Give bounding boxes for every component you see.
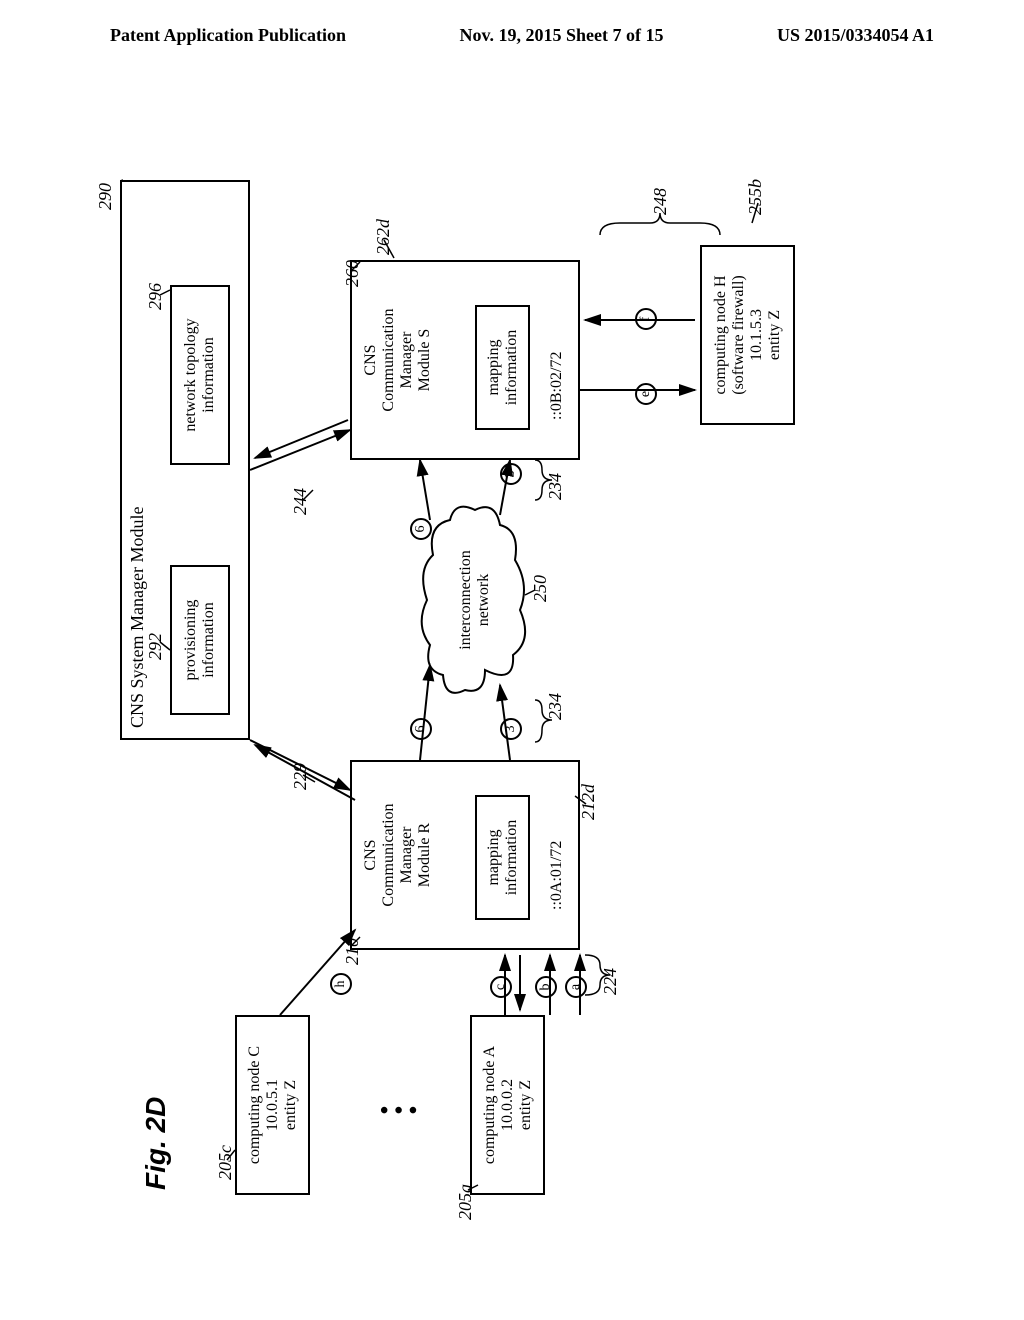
- comm-mgr-s-label: CNS Communication Manager Module S: [362, 308, 434, 411]
- addr-r: ::0A:01/72: [548, 841, 566, 910]
- figure-title: Fig. 2D: [140, 1097, 172, 1190]
- node-a-box: computing node A 10.0.0.2 entity Z: [470, 1015, 545, 1195]
- flow-c: c: [490, 976, 512, 998]
- ref-250: 250: [530, 575, 551, 602]
- addr-s: ::0B:02/72: [548, 352, 566, 420]
- ref-234: 234: [545, 693, 566, 720]
- ref-290: 290: [95, 183, 116, 210]
- ref-255b: 255b: [745, 179, 766, 215]
- flow-h: h: [330, 973, 352, 995]
- flow-f: f: [635, 308, 657, 330]
- mapping-r-box: mapping information: [475, 795, 530, 920]
- node-h-box: computing node H (software firewall) 10.…: [700, 245, 795, 425]
- comm-mgr-r-label: CNS Communication Manager Module R: [362, 803, 434, 906]
- ref-260: 260: [342, 260, 363, 287]
- ref-292: 292: [145, 633, 166, 660]
- comm-mgr-r-box: CNS Communication Manager Module R: [350, 760, 580, 950]
- flow-6-right: 6: [410, 518, 432, 540]
- flow-a: a: [565, 976, 587, 998]
- interconnection-cloud: interconnection network: [415, 500, 535, 700]
- provisioning-box: provisioning information: [170, 565, 230, 715]
- ref-248: 248: [650, 188, 671, 215]
- ref-244: 244: [290, 488, 311, 515]
- flow-3-left: 3: [500, 718, 522, 740]
- topology-box: network topology information: [170, 285, 230, 465]
- header-center: Nov. 19, 2015 Sheet 7 of 15: [460, 25, 664, 46]
- ref-234b: 234: [545, 473, 566, 500]
- node-c-box: computing node C 10.0.5.1 entity Z: [235, 1015, 310, 1195]
- ref-296: 296: [145, 283, 166, 310]
- flow-3-right: 3: [500, 463, 522, 485]
- flow-e: e: [635, 383, 657, 405]
- ref-262d: 262d: [373, 219, 394, 255]
- flow-b: b: [535, 976, 557, 998]
- ref-224: 224: [600, 968, 621, 995]
- ref-229: 229: [290, 763, 311, 790]
- ellipsis-dots: • • •: [380, 1098, 417, 1125]
- header-left: Patent Application Publication: [110, 25, 346, 46]
- ref-205a: 205a: [455, 1184, 476, 1220]
- cloud-label: interconnection network: [457, 550, 493, 650]
- ref-212d: 212d: [578, 784, 599, 820]
- mapping-s-box: mapping information: [475, 305, 530, 430]
- comm-mgr-s-box: CNS Communication Manager Module S: [350, 260, 580, 460]
- flow-6-left: 6: [410, 718, 432, 740]
- ref-205c: 205c: [215, 1145, 236, 1180]
- system-manager-label: CNS System Manager Module: [127, 507, 148, 728]
- header-right: US 2015/0334054 A1: [777, 25, 934, 46]
- ref-210: 210: [342, 938, 363, 965]
